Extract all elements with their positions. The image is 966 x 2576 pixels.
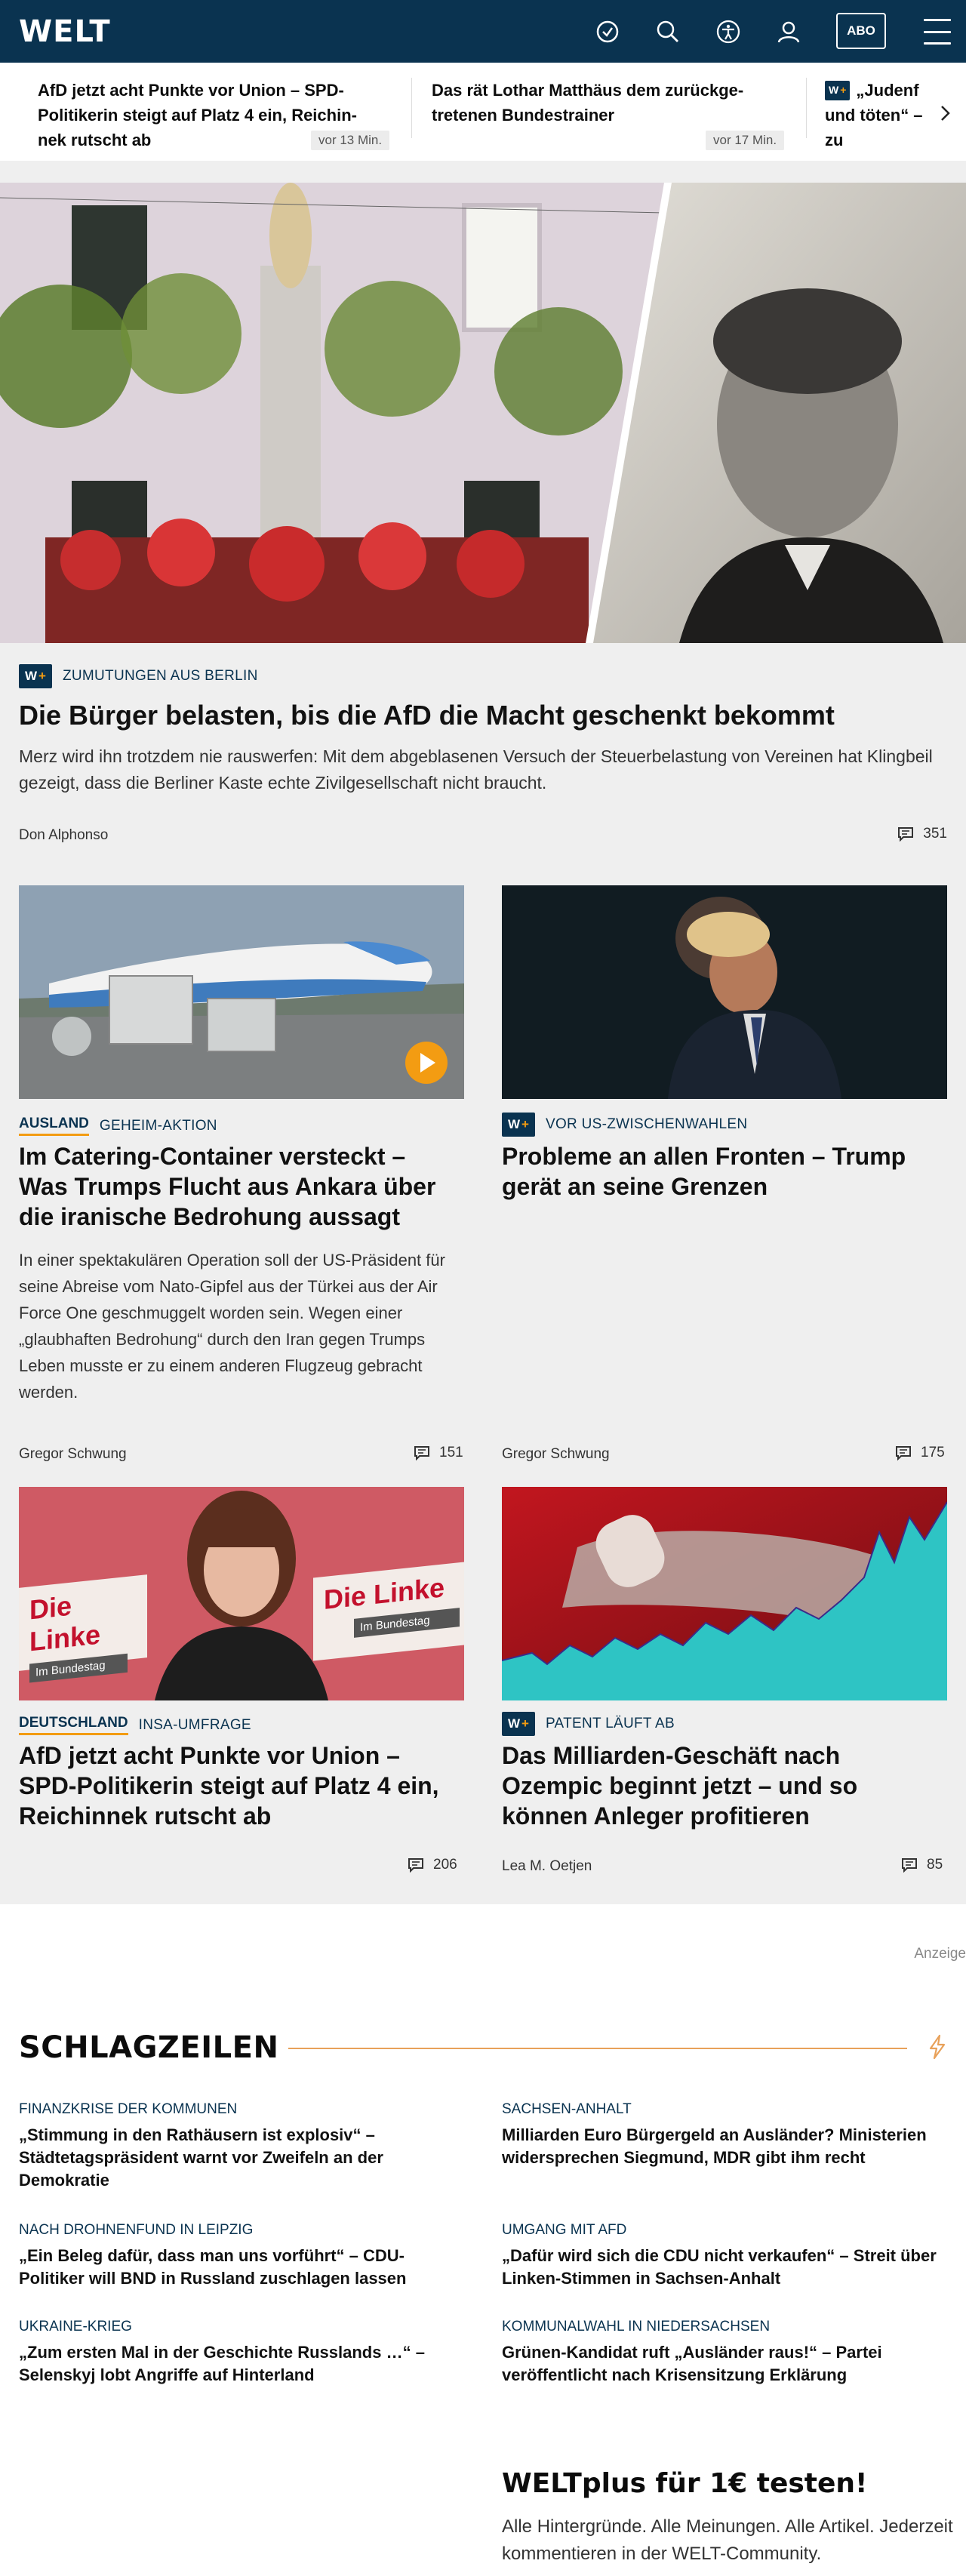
card1-kicker-row: AUSLAND GEHEIM-AKTION <box>19 1116 217 1136</box>
ticker-item[interactable]: Das rät Lothar Matthäus dem zurückge- tr… <box>432 78 786 128</box>
card2-kicker-row: W + VOR US-ZWISCHENWAHLEN <box>502 1113 747 1137</box>
wplus-badge: W + <box>502 1113 535 1137</box>
schlagzeile-kicker: UMGANG MIT AFD <box>502 2222 627 2238</box>
card1-teaser: In einer spektakulären Operation soll de… <box>19 1251 445 1402</box>
schlagzeile-headline: Grünen-Kandidat ruft „Ausländer raus!“ –… <box>502 2343 882 2384</box>
news-ticker: AfD jetzt acht Punkte vor Union – SPD- P… <box>0 63 966 161</box>
comment-count: 206 <box>433 1857 457 1873</box>
wplus-badge: W + <box>502 1712 535 1736</box>
schlagzeile-item[interactable]: NACH DROHNENFUND IN LEIPZIG „Ein Beleg d… <box>19 2222 457 2290</box>
comment-count: 151 <box>439 1445 463 1460</box>
user-icon[interactable] <box>777 20 801 44</box>
schlagzeile-headline: „Stimmung in den Rathäusern ist explosiv… <box>19 2125 383 2190</box>
card3-category[interactable]: DEUTSCHLAND <box>19 1715 128 1735</box>
hero-kicker-row: W + ZUMUTUNGEN AUS BERLIN <box>19 664 258 688</box>
ticker-divider <box>806 78 807 138</box>
comment-count: 351 <box>923 826 947 842</box>
card3-kicker-row: DEUTSCHLAND INSA-UMFRAGE <box>19 1715 251 1735</box>
card1-kicker: GEHEIM-AKTION <box>99 1117 217 1134</box>
schlagzeile-headline: „Ein Beleg dafür, dass man uns vorführt“… <box>19 2246 407 2288</box>
card3-kicker: INSA-UMFRAGE <box>138 1716 251 1733</box>
schlagzeile-kicker: NACH DROHNENFUND IN LEIPZIG <box>19 2222 254 2238</box>
ticker-line-wrap: W + „Judenf <box>825 78 938 103</box>
schlagzeilen-title: SCHLAGZEILEN <box>19 2030 279 2065</box>
card1-author[interactable]: Gregor Schwung <box>19 1446 127 1463</box>
hero-headline[interactable]: Die Bürger belasten, bis die AfD die Mac… <box>19 698 947 733</box>
wplus-badge: W + <box>19 664 52 688</box>
weltplus-promo-text: Alle Hintergründe. Alle Meinungen. Alle … <box>502 2516 953 2564</box>
schlagzeile-headline: „Dafür wird sich die CDU nicht verkaufen… <box>502 2246 937 2288</box>
wplus-badge: W + <box>825 80 851 100</box>
schlagzeile-headline: Milliarden Euro Bürgergeld an Ausländer?… <box>502 2125 927 2167</box>
ad-label: Anzeige <box>914 1946 966 1962</box>
ticker-line: und töten“ – <box>825 106 923 125</box>
menu-icon[interactable] <box>924 19 951 45</box>
ticker-line: Politikerin steigt auf Platz 4 ein, Reic… <box>38 106 357 125</box>
card1-headline[interactable]: Im Catering-Container versteckt – Was Tr… <box>19 1141 457 1232</box>
card3-headline[interactable]: AfD jetzt acht Punkte vor Union – SPD-Po… <box>19 1740 464 1831</box>
card2-kicker: VOR US-ZWISCHENWAHLEN <box>545 1116 748 1132</box>
chevron-right-icon[interactable] <box>940 105 951 125</box>
comment-icon <box>896 1446 911 1460</box>
schlagzeile-kicker: FINANZKRISE DER KOMMUNEN <box>19 2101 238 2117</box>
ticker-divider <box>411 78 412 138</box>
card4-headline[interactable]: Das Milliarden-Geschäft nach Ozempic beg… <box>502 1740 947 1831</box>
schlagzeile-item[interactable]: FINANZKRISE DER KOMMUNEN „Stimmung in de… <box>19 2101 457 2192</box>
hero-comments[interactable]: 351 <box>897 826 947 842</box>
card4-comments[interactable]: 85 <box>901 1857 943 1873</box>
schlagzeile-kicker: SACHSEN-ANHALT <box>502 2101 632 2117</box>
ticker-line: tretenen Bundestrainer <box>432 106 615 125</box>
hero-kicker: ZUMUTUNGEN AUS BERLIN <box>62 668 258 684</box>
schlagzeile-item[interactable]: KOMMUNALWAHL IN NIEDERSACHSEN Grünen-Kan… <box>502 2319 940 2387</box>
accessibility-icon[interactable] <box>716 20 740 44</box>
comment-icon <box>898 827 914 842</box>
ticker-time: vor 13 Min. <box>311 131 390 150</box>
card-image-trump[interactable] <box>502 885 947 1099</box>
weltplus-promo-title[interactable]: WELTplus für 1€ testen! <box>502 2468 867 2499</box>
card-image-ozempic[interactable] <box>502 1487 947 1700</box>
ticker-line: „Judenf <box>856 81 919 100</box>
card4-kicker-row: W + PATENT LÄUFT AB <box>502 1712 675 1736</box>
card3-comments[interactable]: 206 <box>408 1857 457 1873</box>
hero-image[interactable] <box>0 183 966 643</box>
comment-icon <box>902 1858 917 1873</box>
card1-category[interactable]: AUSLAND <box>19 1116 89 1136</box>
card-image-linke[interactable]: Die Linke Im Bundestag Die Linke Im Bund… <box>19 1487 464 1700</box>
ticker-item[interactable]: W + „Judenf und töten“ – zu <box>825 78 938 152</box>
card2-author[interactable]: Gregor Schwung <box>502 1446 610 1463</box>
schlagzeile-headline: „Zum ersten Mal in der Geschichte Russla… <box>19 2343 425 2384</box>
hero-teaser: Merz wird ihn trotzdem nie rauswerfen: M… <box>19 746 933 792</box>
comment-count: 85 <box>927 1857 943 1873</box>
card4-author[interactable]: Lea M. Oetjen <box>502 1858 592 1875</box>
schlagzeilen-divider <box>288 2048 907 2049</box>
comment-count: 175 <box>921 1445 945 1460</box>
schlagzeile-kicker: KOMMUNALWAHL IN NIEDERSACHSEN <box>502 2319 771 2334</box>
ticker-line: Das rät Lothar Matthäus dem zurückge- <box>432 81 744 100</box>
comment-icon <box>408 1858 423 1873</box>
card2-headline[interactable]: Probleme an allen Fronten – Trump gerät … <box>502 1141 947 1202</box>
comment-icon <box>414 1446 429 1460</box>
schlagzeile-item[interactable]: UMGANG MIT AFD „Dafür wird sich die CDU … <box>502 2222 940 2290</box>
schlagzeile-item[interactable]: UKRAINE-KRIEG „Zum ersten Mal in der Ges… <box>19 2319 457 2387</box>
ticker-line: AfD jetzt acht Punkte vor Union – SPD- <box>38 81 344 100</box>
card-image-airplane[interactable] <box>19 885 464 1099</box>
card4-kicker: PATENT LÄUFT AB <box>545 1716 675 1731</box>
ticker-line: zu <box>825 131 844 149</box>
card2-comments[interactable]: 175 <box>895 1445 945 1461</box>
welt-logo[interactable]: WELT <box>19 14 111 49</box>
abo-button[interactable]: ABO <box>836 13 886 49</box>
lightning-bolt-icon <box>927 2034 948 2064</box>
schlagzeile-kicker: UKRAINE-KRIEG <box>19 2319 132 2334</box>
schlagzeile-item[interactable]: SACHSEN-ANHALT Milliarden Euro Bürgergel… <box>502 2101 940 2169</box>
clock-icon[interactable] <box>595 20 620 44</box>
search-icon[interactable] <box>656 20 680 44</box>
hero-author[interactable]: Don Alphonso <box>19 827 108 844</box>
ticker-time: vor 17 Min. <box>706 131 785 150</box>
card1-comments[interactable]: 151 <box>414 1445 463 1461</box>
